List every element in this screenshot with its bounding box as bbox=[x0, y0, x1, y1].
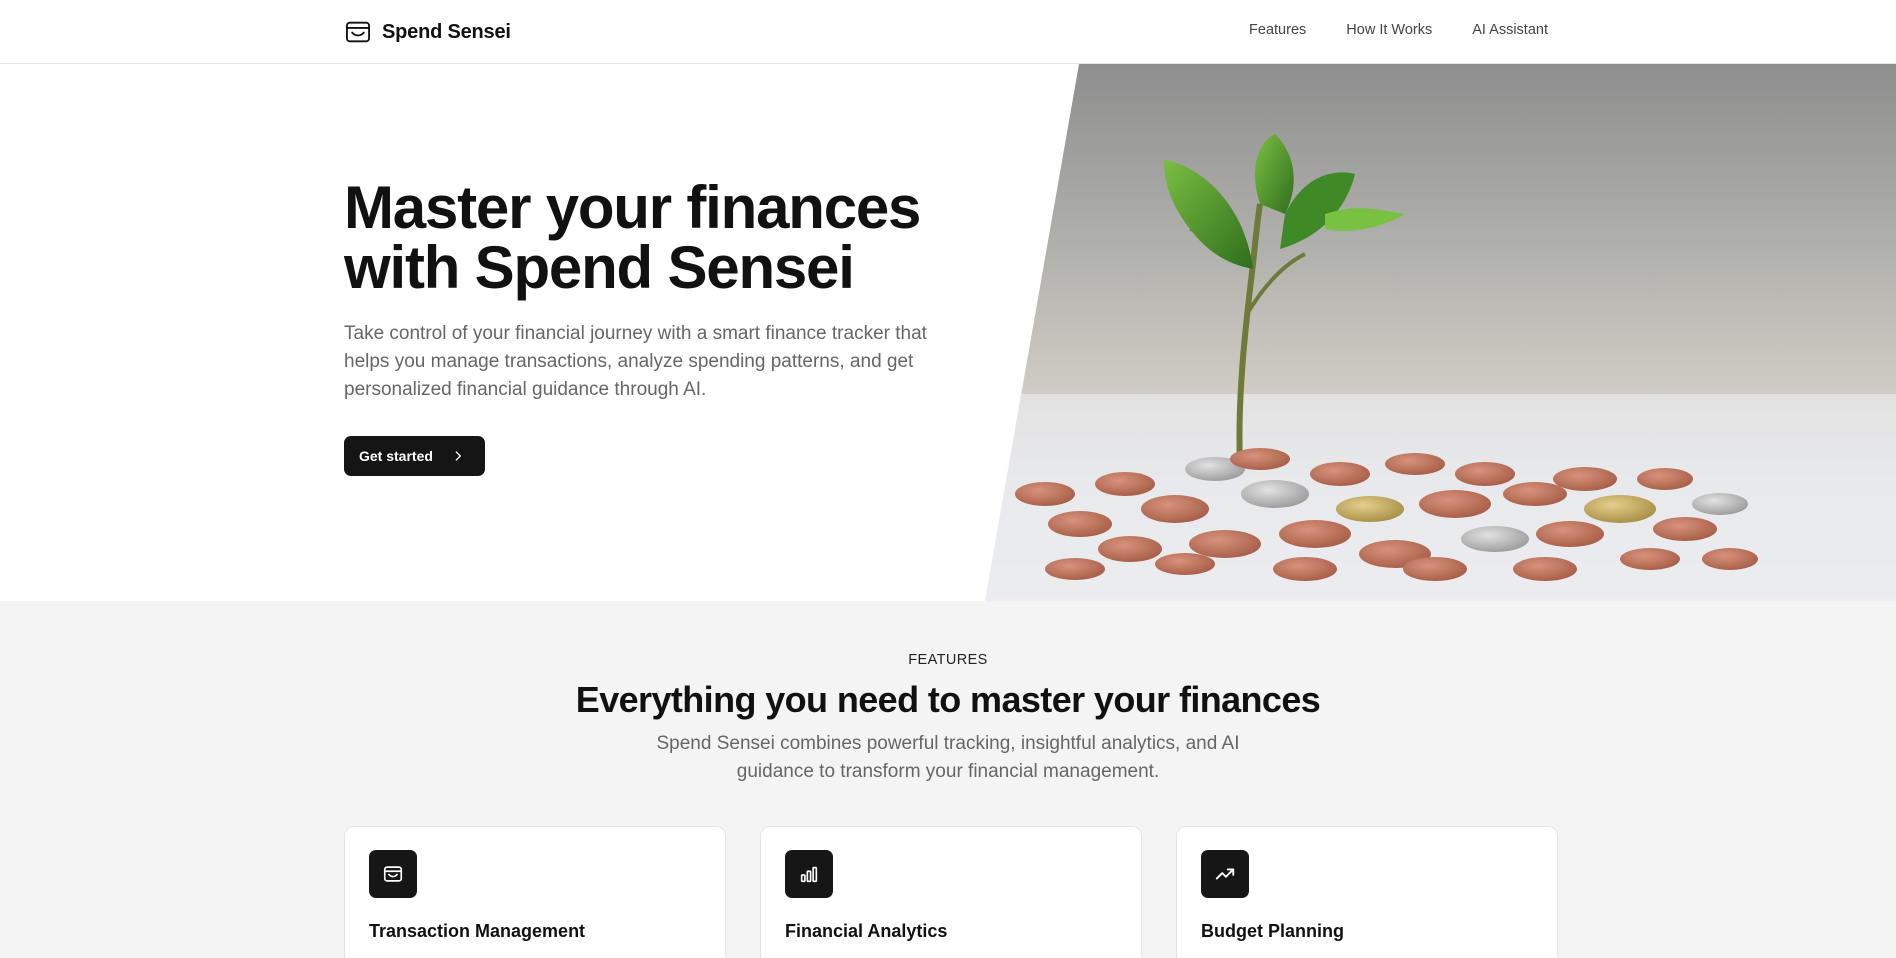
hero-title-line-2: with Spend Sensei bbox=[344, 234, 855, 301]
wallet-icon bbox=[344, 18, 372, 46]
features-description: Spend Sensei combines powerful tracking,… bbox=[656, 733, 1240, 782]
brand-logo[interactable]: Spend Sensei bbox=[344, 18, 511, 46]
trending-up-icon bbox=[1201, 850, 1249, 898]
feature-card-title: Budget Planning bbox=[1201, 921, 1344, 941]
get-started-label: Get started bbox=[359, 448, 433, 464]
main-nav: Features How It Works AI Assistant bbox=[1249, 22, 1548, 38]
bar-chart-icon bbox=[785, 850, 833, 898]
nav-link-ai-assistant[interactable]: AI Assistant bbox=[1472, 22, 1548, 38]
features-section: FEATURES Everything you need to master y… bbox=[0, 601, 1896, 958]
get-started-button[interactable]: Get started bbox=[344, 436, 485, 476]
site-header: Spend Sensei Features How It Works AI As… bbox=[0, 0, 1896, 64]
feature-card-budget-planning: Budget Planning bbox=[1176, 826, 1558, 958]
hero-title: Master your finances with Spend Sensei bbox=[344, 178, 964, 298]
hero-title-line-1: Master your finances bbox=[344, 174, 921, 241]
feature-card-transaction-management: Transaction Management bbox=[344, 826, 726, 958]
hero-description: Take control of your financial journey w… bbox=[344, 323, 927, 400]
feature-cards: Transaction Management Financial Analyti… bbox=[344, 826, 1558, 958]
brand-name: Spend Sensei bbox=[382, 20, 511, 43]
features-eyebrow: FEATURES bbox=[908, 652, 988, 668]
feature-card-title: Transaction Management bbox=[369, 921, 586, 941]
features-title: Everything you need to master your finan… bbox=[575, 679, 1321, 720]
hero-copy: Master your finances with Spend Sensei T… bbox=[344, 178, 964, 476]
chevron-right-icon bbox=[451, 449, 465, 463]
feature-card-title: Financial Analytics bbox=[785, 921, 948, 941]
nav-link-features[interactable]: Features bbox=[1249, 22, 1306, 38]
feature-card-financial-analytics: Financial Analytics bbox=[760, 826, 1142, 958]
wallet-icon bbox=[369, 850, 417, 898]
hero-section: Master your finances with Spend Sensei T… bbox=[0, 64, 1896, 601]
nav-link-how-it-works[interactable]: How It Works bbox=[1346, 22, 1432, 38]
plant-coins-illustration bbox=[985, 64, 1896, 601]
hero-image-plant-coins bbox=[985, 64, 1896, 601]
